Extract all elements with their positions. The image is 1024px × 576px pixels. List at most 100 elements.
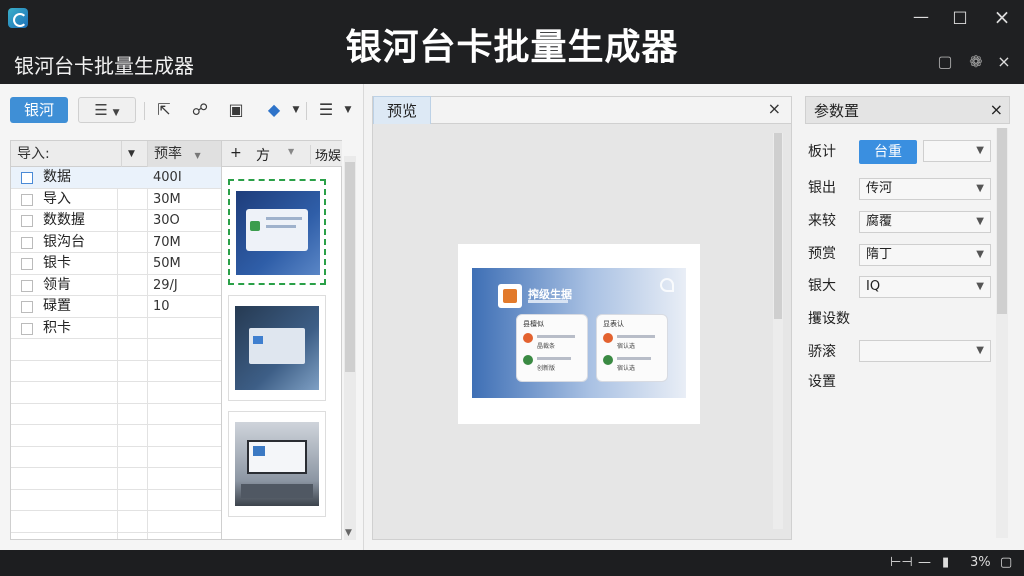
row-value: 70M: [153, 234, 181, 250]
maximize-icon[interactable]: □: [949, 6, 971, 28]
chevron-down-icon[interactable]: ▼: [284, 98, 308, 122]
zoom-level: 3%: [970, 555, 991, 570]
crop-icon[interactable]: ▣: [224, 98, 248, 122]
column-header-scene[interactable]: 场娱: [310, 145, 341, 164]
close-icon[interactable]: ×: [990, 100, 1003, 119]
prop-select[interactable]: 隋丁 ▼: [859, 244, 991, 266]
prop-label: 板计: [808, 144, 836, 160]
chevron-down-icon: ▼: [976, 183, 984, 194]
scrollbar-thumb[interactable]: [997, 128, 1007, 314]
settings-icon[interactable]: ❁: [966, 52, 986, 72]
preview-card-right: 显表认 宿认选 宿认选: [596, 314, 668, 382]
table-row[interactable]: 导入 30M: [11, 189, 221, 210]
select-value: 腐覆: [866, 214, 893, 229]
chevron-down-icon: ▼: [976, 281, 984, 292]
tab-preview[interactable]: 预览: [373, 96, 431, 124]
row-checkbox[interactable]: [21, 193, 33, 206]
link-icon[interactable]: ☍: [188, 98, 212, 122]
prop-select[interactable]: 传河 ▼: [859, 178, 991, 200]
row-checkbox[interactable]: [21, 258, 33, 270]
table-row: [11, 339, 221, 361]
card-left-sub: 创新版: [537, 365, 556, 372]
row-name: 碌置: [43, 298, 71, 314]
panel-close-icon[interactable]: ×: [994, 52, 1014, 72]
preview-panel: 预览 × 搾级生据 县檀似 晶裁条 创新版 显表认 宿认选 宿认选: [372, 96, 792, 540]
table-row[interactable]: 领肯 29/J: [11, 275, 221, 296]
zoom-out-icon[interactable]: —: [918, 554, 931, 572]
thumbnail-card[interactable]: [228, 411, 326, 517]
fit-icon[interactable]: ⊢⊣: [890, 554, 913, 572]
preview-scrollbar[interactable]: [773, 133, 783, 529]
prop-label: 来较: [808, 213, 836, 229]
apply-button[interactable]: 台重: [859, 140, 917, 164]
row-name: 银卡: [43, 255, 71, 271]
chevron-down-icon: ▼: [194, 151, 201, 160]
row-checkbox[interactable]: [21, 215, 33, 227]
row-checkbox[interactable]: [21, 279, 33, 292]
column-header-side[interactable]: 方: [256, 145, 270, 165]
row-checkbox[interactable]: [21, 322, 33, 335]
table-row: [11, 404, 221, 425]
thumbnail-image: [235, 306, 319, 390]
column-header-import[interactable]: 导入:: [11, 141, 121, 167]
thumbnail-card[interactable]: [228, 295, 326, 401]
row-name: 数数握: [43, 212, 85, 228]
table-row[interactable]: 数数握 30O: [11, 210, 221, 232]
table-row[interactable]: 银卡 50M: [11, 253, 221, 275]
prop-select[interactable]: IQ ▼: [859, 276, 991, 298]
restore-icon[interactable]: ▢: [935, 52, 955, 72]
chevron-down-icon[interactable]: ▼: [336, 98, 360, 122]
thumbnail-image: [236, 191, 320, 275]
prop-select[interactable]: 腐覆 ▼: [859, 211, 991, 233]
chevron-down-icon: ▼: [976, 145, 984, 156]
close-icon[interactable]: ×: [768, 99, 781, 118]
row-checkbox[interactable]: [21, 172, 33, 184]
preview-image: 搾级生据 县檀似 晶裁条 创新版 显表认 宿认选 宿认选: [472, 268, 686, 398]
row-name: 导入: [43, 190, 71, 207]
import-button[interactable]: 银河: [10, 97, 68, 123]
thumbnail-card-selected[interactable]: [228, 179, 326, 285]
list-icon[interactable]: ☰: [314, 98, 338, 122]
table-row: [11, 382, 221, 404]
properties-header: 参数置 ×: [805, 96, 1010, 124]
filter-dropdown[interactable]: ☰ ▼: [78, 97, 136, 123]
chevron-down-icon[interactable]: ▼: [288, 147, 294, 156]
row-value: 10: [153, 299, 170, 314]
scrollbar-thumb[interactable]: [774, 133, 782, 319]
left-scrollbar[interactable]: ▼: [344, 156, 356, 540]
toolbar: 银河 ☰ ▼ ⇱ ☍ ▣ ◆ ▼ ☰ ▼: [0, 94, 364, 126]
table-row[interactable]: 银沟台 70M: [11, 232, 221, 253]
preview-canvas[interactable]: 搾级生据 县檀似 晶裁条 创新版 显表认 宿认选 宿认选: [458, 244, 700, 424]
close-icon[interactable]: ×: [991, 6, 1013, 28]
prop-select[interactable]: ▼: [859, 340, 991, 362]
scrollbar-thumb[interactable]: [345, 162, 355, 372]
row-value: 30M: [153, 191, 181, 207]
chevron-down-icon[interactable]: ▼: [121, 141, 147, 167]
card-right-sub: 宿认选: [617, 343, 636, 350]
card-left-sub: 晶裁条: [537, 343, 556, 350]
page-icon[interactable]: ▮: [942, 554, 949, 572]
row-name: 领肯: [43, 276, 71, 293]
prop-label: 骄滚: [808, 344, 836, 360]
prop-select[interactable]: ▼: [923, 140, 991, 162]
minimize-icon[interactable]: —: [910, 6, 932, 28]
add-column-icon[interactable]: +: [230, 145, 242, 161]
fill-icon[interactable]: ◆: [262, 98, 286, 122]
row-checkbox[interactable]: [21, 236, 33, 249]
fullscreen-icon[interactable]: ▢: [1000, 554, 1012, 572]
chevron-down-icon: ▼: [112, 108, 120, 118]
scroll-down-icon[interactable]: ▼: [345, 528, 352, 538]
table-row[interactable]: 数据 400I: [11, 167, 221, 189]
select-value: 传河: [866, 181, 893, 196]
cursor-icon[interactable]: ⇱: [152, 98, 176, 122]
card-logo-icon: [498, 284, 522, 308]
signal-icon: [660, 278, 674, 292]
table-row[interactable]: 积卡: [11, 318, 221, 339]
column-header-rate-label: 预率: [154, 146, 182, 162]
table-row: [11, 447, 221, 468]
properties-scrollbar[interactable]: [996, 128, 1008, 538]
column-header-rate[interactable]: 预率 ▼: [147, 141, 221, 167]
table-row[interactable]: 碌置 10: [11, 296, 221, 318]
row-name: 积卡: [43, 319, 71, 336]
row-checkbox[interactable]: [21, 301, 33, 313]
